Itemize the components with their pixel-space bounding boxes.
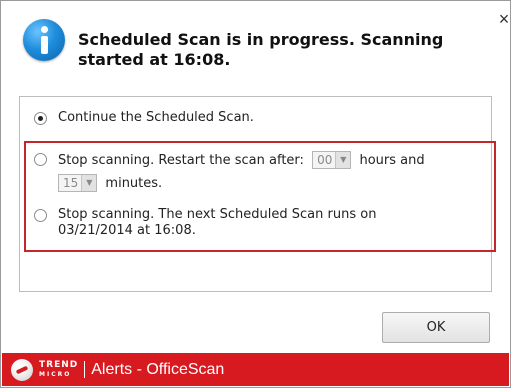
alert-dialog: Scheduled Scan is in progress. Scanning … — [0, 0, 511, 388]
brand-logo-text: TREND MICRO — [39, 359, 79, 379]
dialog-footer: TREND MICRO Alerts - OfficeScan — [2, 353, 509, 386]
trend-micro-logo-icon — [11, 358, 33, 381]
ok-button[interactable]: OK — [382, 312, 490, 343]
footer-title: Alerts - OfficeScan — [91, 360, 225, 378]
continue-label: Continue the Scheduled Scan. — [58, 110, 254, 125]
close-icon[interactable]: × — [496, 10, 511, 28]
info-icon — [23, 19, 65, 61]
option-continue[interactable]: Continue the Scheduled Scan. — [34, 110, 254, 126]
continue-radio[interactable] — [34, 112, 47, 125]
brand-line2: MICRO — [39, 370, 72, 378]
dialog-header: Scheduled Scan is in progress. Scanning … — [2, 2, 509, 90]
highlight-box — [24, 141, 496, 252]
dialog-title: Scheduled Scan is in progress. Scanning … — [78, 30, 444, 69]
brand-line1: TREND — [39, 359, 79, 370]
footer-divider — [84, 361, 86, 378]
